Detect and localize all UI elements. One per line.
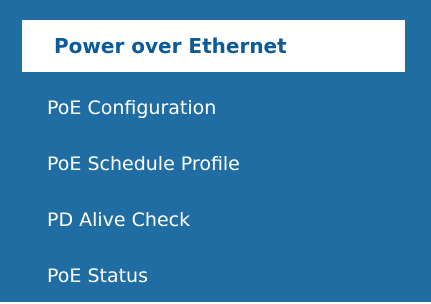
menu-item-poe-configuration[interactable]: PoE Configuration [0,80,431,136]
menu-item-poe-schedule-profile[interactable]: PoE Schedule Profile [0,136,431,192]
menu-header-power-over-ethernet[interactable]: Power over Ethernet [20,18,407,74]
menu-item-pd-alive-check[interactable]: PD Alive Check [0,192,431,248]
poe-menu-list: PoE Configuration PoE Schedule Profile P… [0,80,431,304]
poe-menu-panel: Power over Ethernet PoE Configuration Po… [0,0,431,302]
menu-item-poe-status[interactable]: PoE Status [0,248,431,304]
